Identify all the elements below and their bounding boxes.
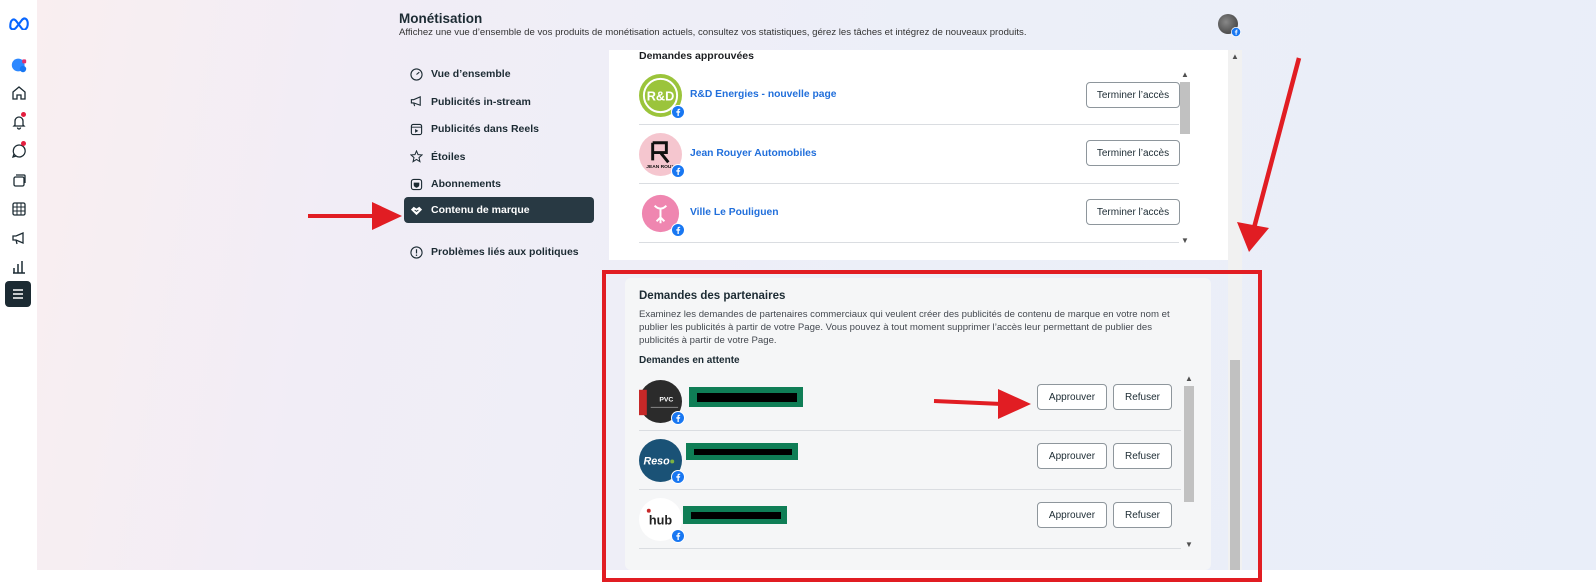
insights-icon[interactable] bbox=[6, 254, 31, 279]
end-access-button[interactable]: Terminer l’accès bbox=[1086, 199, 1180, 225]
facebook-badge-icon bbox=[671, 105, 685, 119]
nav-item-subscriptions[interactable]: Abonnements bbox=[404, 171, 594, 197]
meta-logo-icon[interactable] bbox=[6, 10, 31, 35]
approved-row: R&D R&D Energies - nouvelle page Termine… bbox=[639, 66, 1180, 125]
partner-name-link[interactable]: Ville Le Pouliguen bbox=[690, 207, 779, 218]
end-access-button[interactable]: Terminer l’accès bbox=[1086, 140, 1180, 166]
annotation-highlight-box bbox=[602, 270, 1262, 582]
nav-item-label: Vue d’ensemble bbox=[431, 68, 511, 80]
logo-text: R&D bbox=[647, 89, 675, 103]
notifications-icon[interactable] bbox=[6, 109, 31, 134]
scroll-up-icon[interactable]: ▲ bbox=[1231, 52, 1239, 61]
nav-item-label: Étoiles bbox=[431, 150, 466, 163]
end-access-button[interactable]: Terminer l’accès bbox=[1086, 82, 1180, 108]
page-subtitle: Affichez une vue d’ensemble de vos produ… bbox=[399, 27, 1027, 38]
left-rail bbox=[0, 0, 37, 584]
approved-requests-card: Demandes approuvées R&D R&D Energies - n… bbox=[609, 50, 1239, 260]
home-icon[interactable] bbox=[6, 80, 31, 105]
scroll-down-icon[interactable]: ▼ bbox=[1181, 236, 1189, 245]
facebook-badge-icon bbox=[1231, 27, 1241, 37]
nav-item-reels-ads[interactable]: Publicités dans Reels bbox=[404, 116, 594, 142]
content-icon[interactable] bbox=[6, 167, 31, 192]
scrollbar-thumb[interactable] bbox=[1180, 82, 1190, 134]
ads-icon[interactable] bbox=[6, 225, 31, 250]
facebook-badge-icon bbox=[671, 223, 685, 237]
handshake-icon bbox=[410, 206, 423, 215]
facebook-badge-icon bbox=[671, 164, 685, 178]
nav-item-stars[interactable]: Étoiles bbox=[404, 144, 594, 170]
nav-item-label: Publicités in-stream bbox=[431, 95, 531, 108]
jean-rouyer-logo: JEAN ROUY bbox=[639, 133, 685, 178]
gauge-icon bbox=[410, 67, 423, 81]
nav-item-label: Problèmes liés aux politiques bbox=[431, 246, 579, 258]
nav-item-label: Contenu de marque bbox=[431, 204, 530, 216]
nav-item-overview[interactable]: Vue d’ensemble bbox=[404, 61, 594, 87]
alert-icon bbox=[410, 245, 423, 259]
approved-list-scrollbar[interactable]: ▲ ▼ bbox=[1178, 68, 1192, 248]
star-icon bbox=[410, 150, 423, 163]
partner-name-link[interactable]: Jean Rouyer Automobiles bbox=[690, 148, 817, 159]
account-avatar-icon[interactable] bbox=[6, 52, 31, 77]
megaphone-icon bbox=[410, 96, 421, 107]
nav-item-instream-ads[interactable]: Publicités in-stream bbox=[404, 89, 594, 115]
profile-avatar[interactable] bbox=[1218, 14, 1241, 37]
page-title: Monétisation bbox=[399, 11, 483, 26]
all-tools-menu-icon[interactable] bbox=[5, 281, 31, 307]
approved-row: Ville Le Pouliguen Terminer l’accès bbox=[639, 184, 1180, 243]
reels-icon bbox=[410, 123, 423, 135]
nav-item-branded-content[interactable]: Contenu de marque bbox=[404, 197, 594, 223]
messages-icon[interactable] bbox=[6, 138, 31, 163]
planner-icon[interactable] bbox=[6, 196, 31, 221]
nav-item-label: Abonnements bbox=[431, 178, 502, 190]
ville-le-pouliguen-logo bbox=[639, 192, 685, 237]
approved-requests-heading: Demandes approuvées bbox=[639, 50, 754, 62]
partner-name-link[interactable]: R&D Energies - nouvelle page bbox=[690, 89, 836, 100]
nav-item-label: Publicités dans Reels bbox=[431, 123, 539, 135]
rd-energies-logo: R&D bbox=[639, 74, 685, 119]
badge-icon bbox=[410, 178, 423, 190]
nav-item-policy-issues[interactable]: Problèmes liés aux politiques bbox=[404, 239, 594, 265]
scroll-up-icon[interactable]: ▲ bbox=[1181, 70, 1189, 79]
approved-row: JEAN ROUY Jean Rouyer Automobiles Termin… bbox=[639, 125, 1180, 184]
